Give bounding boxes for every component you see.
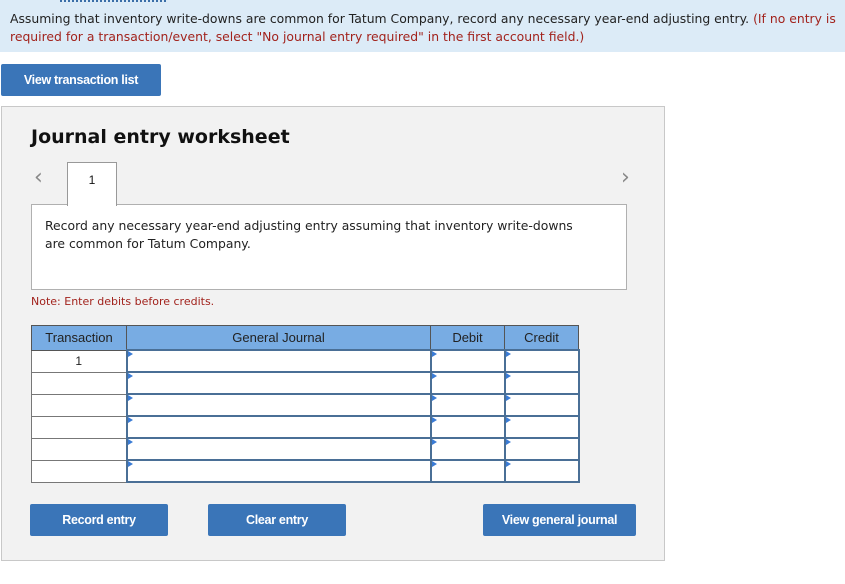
account-input[interactable] (125, 437, 432, 461)
worksheet-title: Journal entry worksheet (31, 126, 290, 148)
transaction-cell (31, 415, 127, 439)
chevron-left-icon[interactable]: ‹ (34, 167, 43, 189)
dropdown-flag-icon (127, 461, 133, 467)
credit-input[interactable] (503, 349, 580, 373)
debits-note: Note: Enter debits before credits. (31, 295, 215, 308)
transaction-cell (31, 371, 127, 395)
transaction-cell (31, 459, 127, 483)
dropdown-flag-icon (127, 351, 133, 357)
clear-entry-button[interactable]: Clear entry (208, 504, 346, 536)
debit-input[interactable] (429, 371, 506, 395)
debit-input[interactable] (429, 459, 506, 483)
chevron-right-icon[interactable]: › (621, 167, 630, 189)
account-input[interactable] (125, 349, 432, 373)
journal-table: Transaction General Journal Debit Credit… (31, 325, 580, 483)
dropdown-flag-icon (505, 373, 511, 379)
credit-input[interactable] (503, 393, 580, 417)
dropdown-flag-icon (505, 395, 511, 401)
instructions-main: Assuming that inventory write-downs are … (10, 11, 750, 26)
transaction-cell (31, 393, 127, 417)
header-debit: Debit (430, 325, 505, 351)
credit-input[interactable] (503, 415, 580, 439)
dropdown-flag-icon (505, 417, 511, 423)
debit-input[interactable] (429, 349, 506, 373)
dropdown-flag-icon (505, 439, 511, 445)
instructions-text: Assuming that inventory write-downs are … (10, 10, 840, 46)
debit-input[interactable] (429, 393, 506, 417)
debit-input[interactable] (429, 415, 506, 439)
dropdown-flag-icon (431, 461, 437, 467)
credit-input[interactable] (503, 437, 580, 461)
dropdown-flag-icon (127, 373, 133, 379)
debit-input[interactable] (429, 437, 506, 461)
table-row (31, 459, 580, 483)
dropdown-flag-icon (127, 439, 133, 445)
record-entry-button[interactable]: Record entry (30, 504, 168, 536)
account-input[interactable] (125, 459, 432, 483)
dropdown-flag-icon (431, 439, 437, 445)
header-credit: Credit (504, 325, 579, 351)
entry-description-box: Record any necessary year-end adjusting … (31, 204, 627, 290)
dropdown-flag-icon (505, 461, 511, 467)
table-row (31, 437, 580, 461)
dropdown-flag-icon (505, 351, 511, 357)
table-row: 1 (31, 349, 580, 373)
account-input[interactable] (125, 415, 432, 439)
dropdown-flag-icon (127, 395, 133, 401)
dropdown-flag-icon (127, 417, 133, 423)
entry-description: Record any necessary year-end adjusting … (45, 218, 573, 251)
dropdown-flag-icon (431, 417, 437, 423)
journal-entry-worksheet: Journal entry worksheet ‹ › 1 Record any… (1, 106, 665, 561)
dropdown-flag-icon (431, 373, 437, 379)
dotted-divider (60, 0, 166, 4)
view-transaction-list-button[interactable]: View transaction list (1, 64, 161, 96)
credit-input[interactable] (503, 371, 580, 395)
dropdown-flag-icon (431, 351, 437, 357)
account-input[interactable] (125, 371, 432, 395)
credit-input[interactable] (503, 459, 580, 483)
table-header-row: Transaction General Journal Debit Credit (31, 325, 579, 351)
instructions-banner: Assuming that inventory write-downs are … (0, 0, 845, 52)
table-row (31, 393, 580, 417)
table-row (31, 371, 580, 395)
header-transaction: Transaction (31, 325, 127, 351)
transaction-cell (31, 437, 127, 461)
dropdown-flag-icon (431, 395, 437, 401)
transaction-cell: 1 (31, 349, 127, 373)
account-input[interactable] (125, 393, 432, 417)
view-general-journal-button[interactable]: View general journal (483, 504, 636, 536)
tab-entry-1[interactable]: 1 (67, 162, 117, 206)
table-row (31, 415, 580, 439)
header-general-journal: General Journal (126, 325, 431, 351)
